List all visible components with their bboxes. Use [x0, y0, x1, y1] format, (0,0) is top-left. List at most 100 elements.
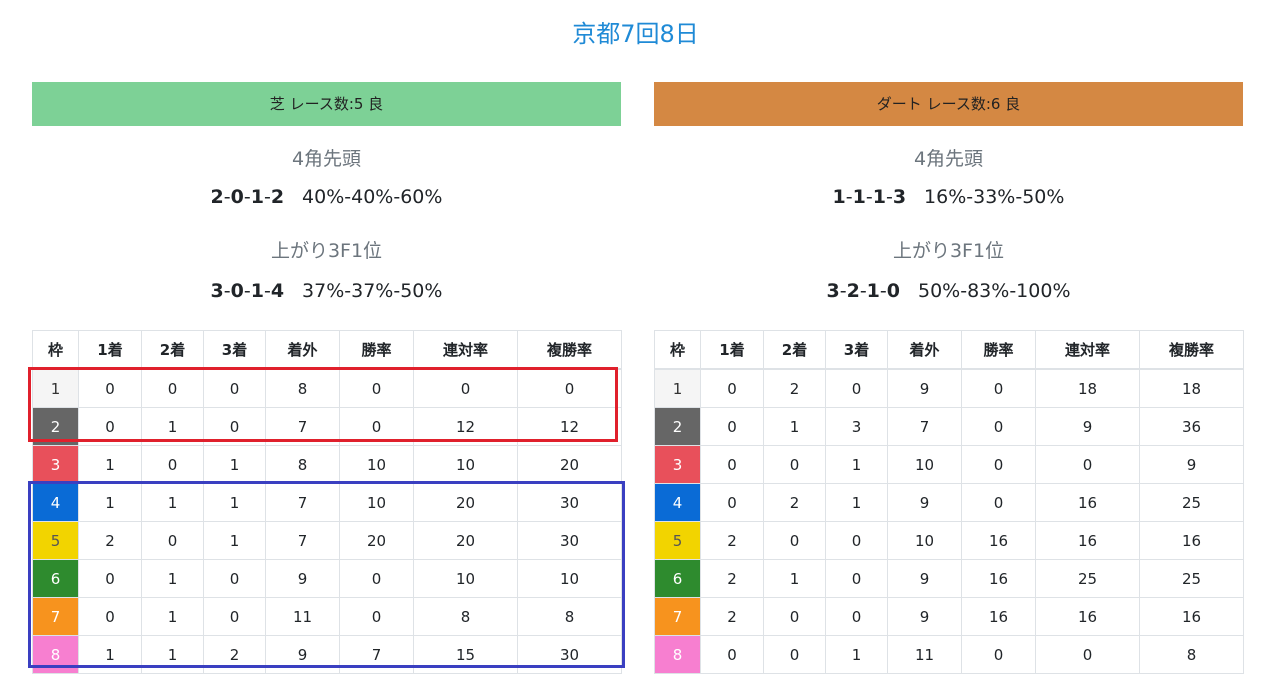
table-cell: 9 [887, 368, 962, 408]
table-cell: 0 [961, 407, 1036, 446]
dirt-panel: ダート レース数:6 良 4角先頭 1-1-1-3 16%-33%-50% 上がり… [654, 82, 1244, 674]
table-cell: 16 [1035, 597, 1140, 636]
table-cell: 0 [700, 407, 764, 446]
table-cell: 1 [141, 407, 204, 446]
table-cell: 1 [78, 445, 142, 484]
waku-number-cell: 1 [654, 368, 701, 408]
table-cell: 25 [1139, 483, 1244, 522]
table-cell: 2 [700, 521, 764, 560]
table-cell: 2 [78, 521, 142, 560]
table-cell: 2 [700, 559, 764, 598]
table-cell: 9 [1139, 445, 1244, 484]
dirt-corner-rates: 16%-33%-50% [924, 186, 1065, 208]
table-cell: 1 [141, 635, 204, 674]
turf-last3f-stat: 3-0-1-4 37%-37%-50% [32, 276, 621, 306]
table-cell: 20 [413, 521, 518, 560]
turf-corner-stat: 2-0-1-2 40%-40%-60% [32, 182, 621, 212]
table-row: 4 0 2 1 9 0 16 25 [654, 483, 1244, 522]
table-cell: 9 [887, 483, 962, 522]
table-cell: 2 [700, 597, 764, 636]
table-cell: 0 [961, 368, 1036, 408]
column-header: 連対率 [413, 330, 518, 370]
table-cell: 36 [1139, 407, 1244, 446]
dirt-last3f-stat: 3-2-1-0 50%-83%-100% [654, 276, 1243, 306]
table-cell: 0 [517, 368, 622, 408]
table-cell: 2 [763, 368, 826, 408]
column-header: 1着 [700, 330, 764, 370]
table-cell: 20 [517, 445, 622, 484]
table-cell: 8 [413, 597, 518, 636]
column-header: 2着 [763, 330, 826, 370]
table-cell: 7 [265, 407, 340, 446]
waku-number-cell: 2 [654, 407, 701, 446]
table-cell: 10 [517, 559, 622, 598]
waku-number-cell: 6 [654, 559, 701, 598]
table-cell: 0 [763, 597, 826, 636]
turf-last3f-label: 上がり3F1位 [270, 240, 383, 262]
waku-number-cell: 5 [32, 521, 79, 560]
turf-last3f-record: 3-0-1-4 [210, 280, 285, 302]
table-cell: 0 [825, 559, 888, 598]
table-cell: 0 [961, 635, 1036, 674]
table-cell: 0 [339, 559, 414, 598]
table-row: 7 2 0 0 9 16 16 16 [654, 597, 1244, 636]
table-cell: 0 [763, 521, 826, 560]
waku-number-cell: 4 [32, 483, 79, 522]
table-cell: 1 [825, 445, 888, 484]
column-header: 複勝率 [517, 330, 622, 370]
table-cell: 1 [203, 521, 266, 560]
table-cell: 8 [517, 597, 622, 636]
column-header: 3着 [203, 330, 266, 370]
turf-corner-rates: 40%-40%-60% [302, 186, 443, 208]
table-cell: 1 [78, 483, 142, 522]
table-cell: 18 [1139, 368, 1244, 408]
dirt-corner-record: 1-1-1-3 [832, 186, 907, 208]
table-cell: 0 [700, 445, 764, 484]
waku-number-cell: 6 [32, 559, 79, 598]
column-header: 枠 [32, 330, 79, 370]
table-cell: 16 [961, 521, 1036, 560]
column-header: 複勝率 [1139, 330, 1244, 370]
table-cell: 2 [763, 483, 826, 522]
column-header: 着外 [887, 330, 962, 370]
table-header-row: 枠 1着 2着 3着 着外 勝率 連対率 複勝率 [32, 330, 622, 370]
table-row: 10008000 [32, 368, 622, 408]
column-header: 2着 [141, 330, 204, 370]
table-cell: 11 [265, 597, 340, 636]
table-row: 5 2 0 0 10 16 16 16 [654, 521, 1244, 560]
column-header: 連対率 [1035, 330, 1140, 370]
table-cell: 12 [517, 407, 622, 446]
table-cell: 1 [203, 445, 266, 484]
table-row: 3 0 0 1 10 0 0 9 [654, 445, 1244, 484]
table-cell: 25 [1139, 559, 1244, 598]
table-cell: 9 [265, 559, 340, 598]
table-cell: 7 [887, 407, 962, 446]
table-cell: 2 [203, 635, 266, 674]
table-cell: 12 [413, 407, 518, 446]
table-cell: 0 [825, 597, 888, 636]
dirt-corner-stat: 1-1-1-3 16%-33%-50% [654, 182, 1243, 212]
table-cell: 0 [141, 368, 204, 408]
table-cell: 0 [78, 368, 142, 408]
waku-number-cell: 5 [654, 521, 701, 560]
column-header: 勝率 [339, 330, 414, 370]
table-cell: 7 [339, 635, 414, 674]
table-cell: 30 [517, 483, 622, 522]
table-cell: 0 [825, 521, 888, 560]
table-row: 6 2 1 0 9 16 25 25 [654, 559, 1244, 598]
table-cell: 11 [887, 635, 962, 674]
dirt-surface-bar: ダート レース数:6 良 [654, 82, 1243, 126]
waku-number-cell: 2 [32, 407, 79, 446]
dirt-corner-label: 4角先頭 [913, 148, 984, 170]
table-cell: 0 [961, 445, 1036, 484]
table-cell: 16 [961, 597, 1036, 636]
table-cell: 1 [78, 635, 142, 674]
table-cell: 0 [78, 407, 142, 446]
table-row: 2 0 1 3 7 0 9 36 [654, 407, 1244, 446]
dirt-waku-table: 枠 1着 2着 3着 着外 勝率 連対率 複勝率 1 0 2 0 9 0 18 18 2 0 1 3 7 0 9 36 3 0 0… [654, 330, 1244, 674]
dirt-last3f-label: 上がり3F1位 [892, 240, 1005, 262]
table-cell: 0 [203, 597, 266, 636]
table-cell: 9 [887, 597, 962, 636]
table-cell: 0 [825, 368, 888, 408]
table-cell: 0 [700, 635, 764, 674]
